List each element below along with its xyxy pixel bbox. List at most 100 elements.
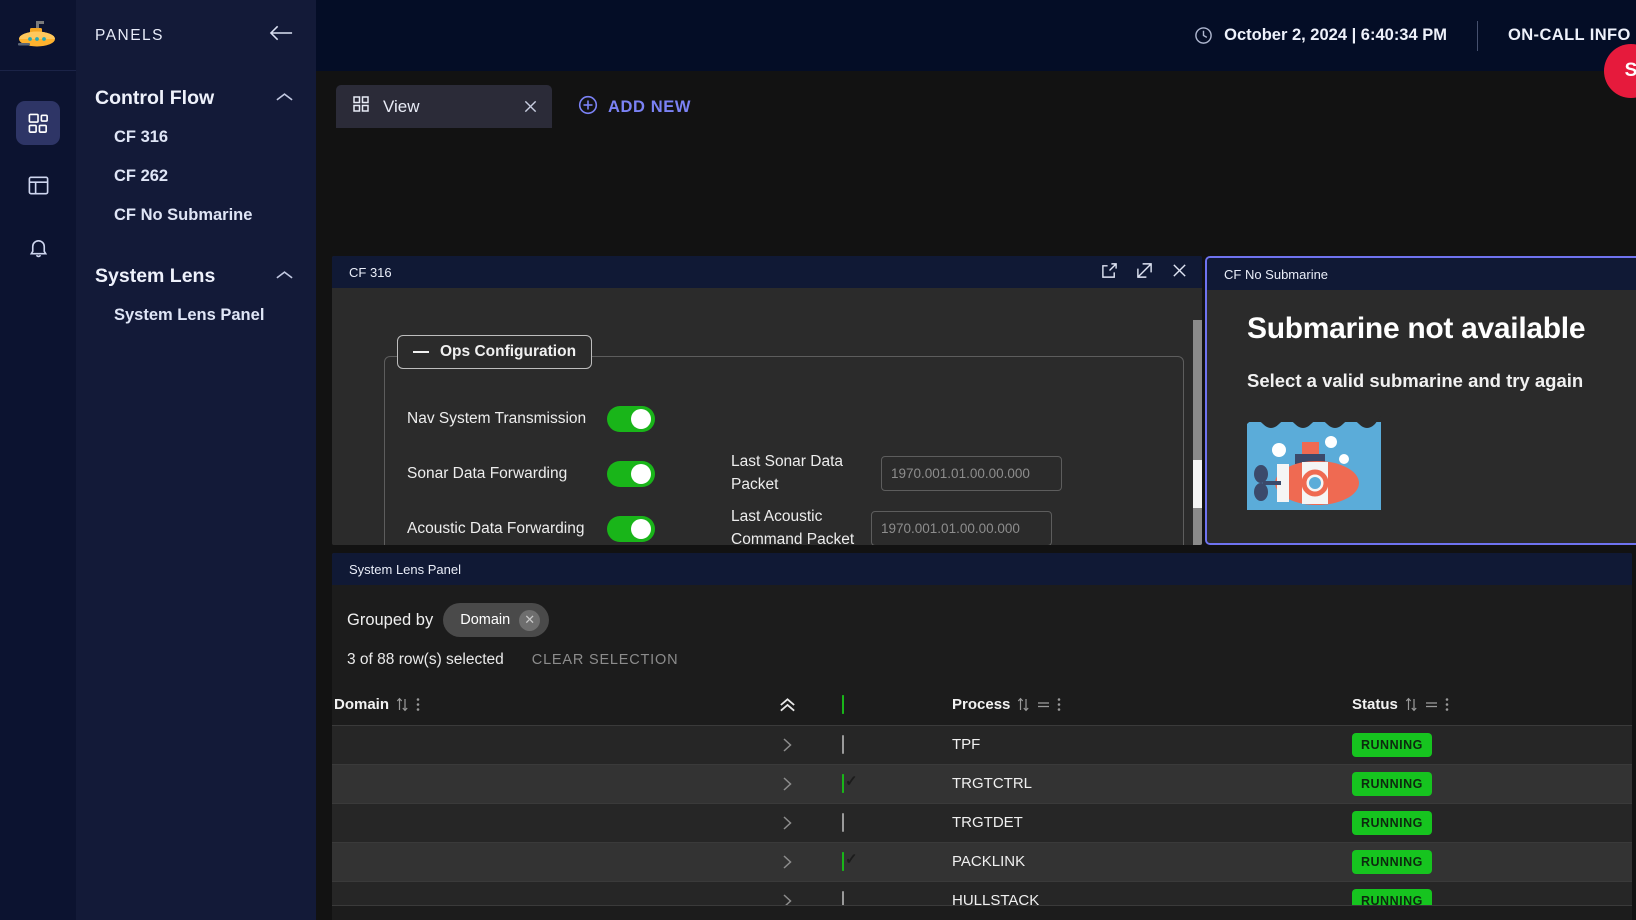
last-sonar-data-packet-label: Last Sonar Data Packet bbox=[731, 453, 844, 493]
panel-system-lens-body: Grouped by Domain ✕ 3 of 88 row(s) selec… bbox=[332, 585, 1632, 920]
cell-select[interactable] bbox=[842, 842, 952, 881]
panel-cf-no-submarine-title: CF No Submarine bbox=[1224, 266, 1329, 282]
sidebar: PANELS Control Flow CF 316 CF 262 CF No … bbox=[76, 0, 316, 920]
column-label: Process bbox=[952, 696, 1011, 714]
sidebar-title: PANELS bbox=[95, 26, 165, 44]
table-row[interactable]: PACKLINK RUNNING bbox=[332, 842, 1632, 881]
panel-cf-316-actions bbox=[1101, 262, 1188, 282]
sidebar-group-system-lens: System Lens System Lens Panel bbox=[76, 257, 316, 335]
panel-system-lens-header: System Lens Panel bbox=[332, 553, 1632, 585]
panel-cf-no-submarine-body: Submarine not available Select a valid s… bbox=[1207, 290, 1636, 543]
scrollbar-thumb[interactable] bbox=[1193, 460, 1202, 508]
open-external-icon[interactable] bbox=[1101, 262, 1118, 282]
row-checkbox[interactable] bbox=[842, 735, 844, 754]
cell-domain bbox=[332, 725, 732, 764]
cell-expand[interactable] bbox=[732, 803, 842, 842]
minus-icon bbox=[413, 351, 429, 353]
sort-icon[interactable] bbox=[1405, 697, 1418, 712]
last-acoustic-command-packet-input[interactable]: 1970.001.01.00.00.000 bbox=[871, 511, 1052, 545]
acoustic-data-forwarding-toggle[interactable] bbox=[607, 515, 655, 542]
group-chip-domain[interactable]: Domain ✕ bbox=[443, 603, 550, 637]
sidebar-item-cf-no-submarine[interactable]: CF No Submarine bbox=[76, 196, 316, 235]
sidebar-collapse-button[interactable] bbox=[269, 24, 294, 47]
table-row[interactable]: TPF RUNNING bbox=[332, 725, 1632, 764]
app-root: PANELS Control Flow CF 316 CF 262 CF No … bbox=[0, 0, 1636, 920]
chevron-right-icon[interactable] bbox=[732, 854, 842, 870]
sort-icon[interactable] bbox=[1017, 697, 1030, 712]
main-area: October 2, 2024 | 6:40:34 PM ON-CALL INF… bbox=[316, 0, 1636, 920]
table-header-row: Domain Process Status bbox=[332, 685, 1632, 725]
kebab-menu-icon[interactable] bbox=[1057, 697, 1061, 712]
status-badge: RUNNING bbox=[1352, 732, 1432, 757]
sidebar-item-cf-262[interactable]: CF 262 bbox=[76, 157, 316, 196]
last-sonar-data-packet-input[interactable]: 1970.001.01.00.00.000 bbox=[881, 456, 1062, 491]
add-new-button[interactable]: ADD NEW bbox=[578, 95, 691, 120]
cell-status: RUNNING bbox=[1352, 842, 1632, 881]
oncall-info-button[interactable]: ON-CALL INFO bbox=[1508, 26, 1636, 45]
column-header-process[interactable]: Process bbox=[952, 685, 1352, 725]
close-icon[interactable] bbox=[497, 99, 538, 114]
rail-item-notifications[interactable] bbox=[16, 225, 60, 269]
header-divider bbox=[1477, 20, 1478, 51]
sort-icon[interactable] bbox=[396, 697, 409, 712]
ops-configuration-legend-label: Ops Configuration bbox=[440, 343, 577, 360]
plus-circle-icon bbox=[578, 95, 598, 120]
close-icon[interactable] bbox=[1171, 262, 1188, 282]
system-lens-table: Domain Process Status TPF RUNNING ✓ TRGT… bbox=[332, 685, 1632, 920]
expand-icon[interactable] bbox=[1136, 262, 1153, 282]
cell-domain bbox=[332, 842, 732, 881]
panel-cf-316: CF 316 Ops Configuration Nav System Tran… bbox=[332, 256, 1202, 545]
sidebar-group-header-control-flow[interactable]: Control Flow bbox=[76, 79, 316, 118]
column-header-domain[interactable]: Domain bbox=[332, 685, 732, 725]
panel-cf-316-scrollbar[interactable] bbox=[1193, 320, 1202, 545]
arrow-left-icon bbox=[269, 24, 294, 47]
cell-select[interactable] bbox=[842, 764, 952, 803]
clear-selection-button[interactable]: CLEAR SELECTION bbox=[532, 652, 679, 668]
rail-item-dashboard[interactable] bbox=[16, 101, 60, 145]
selection-row: 3 of 88 row(s) selected CLEAR SELECTION bbox=[332, 637, 1632, 669]
no-submarine-heading: Submarine not available bbox=[1247, 312, 1586, 345]
row-checkbox[interactable] bbox=[842, 852, 844, 871]
column-header-collapse-all[interactable] bbox=[732, 685, 842, 725]
ops-configuration-legend[interactable]: Ops Configuration bbox=[397, 335, 593, 369]
kebab-menu-icon[interactable] bbox=[416, 697, 420, 712]
filter-lines-icon[interactable] bbox=[1037, 699, 1050, 710]
panel-cf-no-submarine-header: CF No Submarine bbox=[1207, 258, 1636, 290]
submarine-underwater-illustration bbox=[1247, 416, 1381, 510]
sidebar-group-label: Control Flow bbox=[95, 87, 215, 109]
sidebar-item-cf-316[interactable]: CF 316 bbox=[76, 118, 316, 157]
chevron-double-up-icon[interactable] bbox=[732, 697, 842, 713]
toggle-knob bbox=[631, 518, 651, 539]
nav-system-transmission-toggle[interactable] bbox=[607, 405, 655, 432]
sonar-data-forwarding-toggle[interactable] bbox=[607, 460, 655, 487]
kebab-menu-icon[interactable] bbox=[1445, 697, 1449, 712]
config-label: Nav System Transmission bbox=[407, 409, 587, 427]
cell-select[interactable] bbox=[842, 725, 952, 764]
cell-expand[interactable] bbox=[732, 764, 842, 803]
config-label: Sonar Data Forwarding bbox=[407, 464, 568, 482]
datetime-text: October 2, 2024 | 6:40:34 PM bbox=[1224, 26, 1447, 44]
close-circle-icon[interactable]: ✕ bbox=[519, 609, 541, 631]
rail-item-layout[interactable] bbox=[16, 163, 60, 207]
cell-expand[interactable] bbox=[732, 842, 842, 881]
filter-lines-icon[interactable] bbox=[1425, 699, 1438, 710]
row-checkbox[interactable] bbox=[842, 774, 844, 793]
indeterminate-checkbox[interactable] bbox=[842, 694, 844, 714]
table-row[interactable]: TRGTCTRL RUNNING bbox=[332, 764, 1632, 803]
no-submarine-subheading: Select a valid submarine and try again bbox=[1247, 370, 1584, 391]
chevron-right-icon[interactable] bbox=[732, 737, 842, 753]
column-header-select-all[interactable] bbox=[842, 685, 952, 725]
cell-expand[interactable] bbox=[732, 725, 842, 764]
scrollbar-track bbox=[1193, 320, 1202, 545]
sidebar-item-system-lens-panel[interactable]: System Lens Panel bbox=[76, 296, 316, 335]
cell-select[interactable] bbox=[842, 803, 952, 842]
chevron-right-icon[interactable] bbox=[732, 815, 842, 831]
cell-process: TRGTDET bbox=[952, 814, 1023, 831]
sidebar-group-header-system-lens[interactable]: System Lens bbox=[76, 257, 316, 296]
chevron-right-icon[interactable] bbox=[732, 776, 842, 792]
fab-label: S bbox=[1624, 60, 1636, 81]
row-checkbox[interactable] bbox=[842, 813, 844, 832]
column-header-status[interactable]: Status bbox=[1352, 685, 1632, 725]
tab-view[interactable]: View bbox=[336, 85, 552, 128]
table-row[interactable]: TRGTDET RUNNING bbox=[332, 803, 1632, 842]
